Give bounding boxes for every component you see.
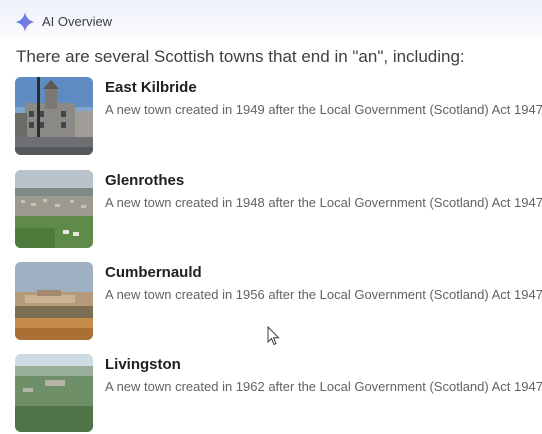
mouse-cursor-icon: [267, 326, 280, 346]
town-thumbnail[interactable]: [15, 170, 93, 248]
ai-overview-title: AI Overview: [42, 14, 113, 29]
ai-sparkle-icon: [15, 12, 35, 32]
ai-overview-header: AI Overview: [0, 0, 542, 42]
town-name[interactable]: Cumbernauld: [105, 264, 202, 281]
town-thumbnail[interactable]: [15, 77, 93, 155]
town-description: A new town created in 1948 after the Loc…: [105, 195, 542, 210]
overview-intro-text: There are several Scottish towns that en…: [16, 47, 465, 66]
town-description: A new town created in 1949 after the Loc…: [105, 102, 542, 117]
town-thumbnail[interactable]: [15, 354, 93, 432]
list-item[interactable]: Livingston A new town created in 1962 af…: [0, 354, 542, 434]
town-description: A new town created in 1962 after the Loc…: [105, 379, 542, 394]
list-item[interactable]: East Kilbride A new town created in 1949…: [0, 77, 542, 157]
town-description: A new town created in 1956 after the Loc…: [105, 287, 542, 302]
town-name[interactable]: Glenrothes: [105, 172, 184, 189]
town-name[interactable]: East Kilbride: [105, 79, 197, 96]
town-name[interactable]: Livingston: [105, 356, 181, 373]
list-item[interactable]: Glenrothes A new town created in 1948 af…: [0, 170, 542, 250]
town-thumbnail[interactable]: [15, 262, 93, 340]
